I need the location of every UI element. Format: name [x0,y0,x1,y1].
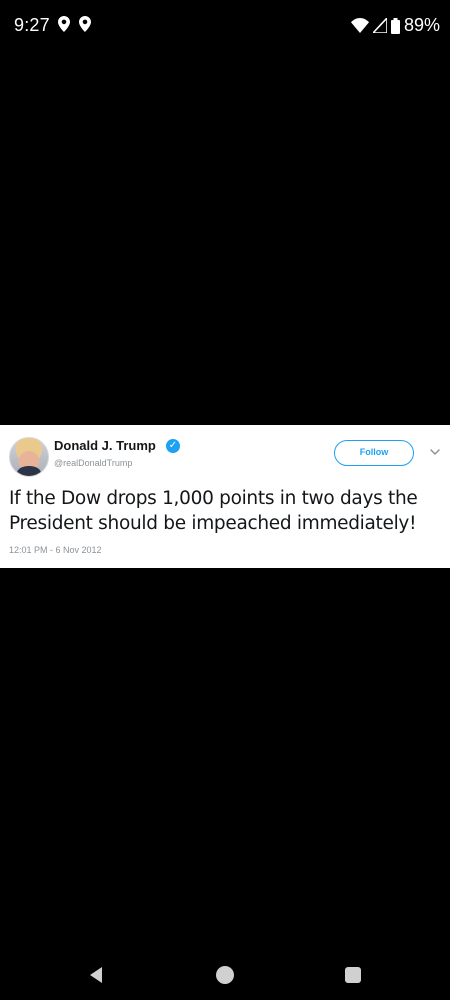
user-handle: @realDonaldTrump [54,458,133,468]
tweet-timestamp: 12:01 PM - 6 Nov 2012 [9,545,102,555]
battery-icon [390,17,400,34]
back-icon[interactable] [86,965,106,985]
verified-badge-icon: ✓ [166,439,180,453]
status-bar: 9:27 89% [0,0,450,52]
recents-icon[interactable] [345,967,361,983]
tweet-text: If the Dow drops 1,000 points in two day… [9,488,418,534]
home-icon[interactable] [216,966,234,984]
location-pin-icon [58,16,70,32]
avatar [9,437,49,477]
status-system-icons: 89% [350,15,440,36]
location-pin-icon [79,16,91,32]
cell-signal-icon [372,18,387,33]
display-name: Donald J. Trump [54,438,156,453]
battery-percentage: 89% [403,15,440,35]
status-notification-icons [58,16,91,32]
status-time: 9:27 [14,15,50,35]
follow-button: Follow [334,440,414,466]
tweet-image[interactable]: Donald J. Trump ✓ @realDonaldTrump Follo… [0,425,450,568]
wifi-icon [350,18,369,33]
chevron-down-icon [430,449,440,455]
navigation-bar [0,950,450,1000]
